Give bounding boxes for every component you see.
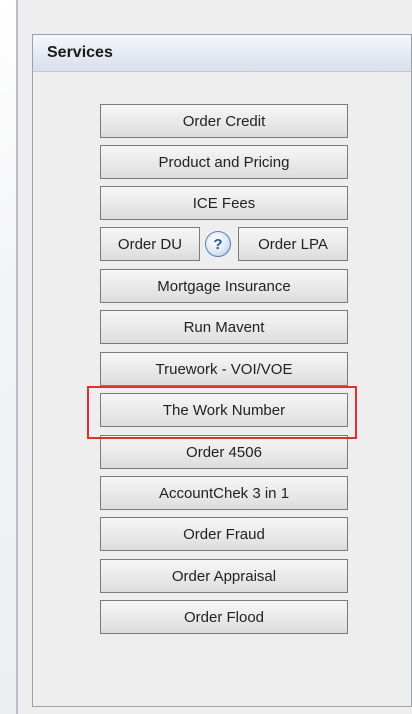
- order-fraud-button[interactable]: Order Fraud: [100, 517, 348, 551]
- help-icon-glyph: ?: [213, 235, 223, 253]
- help-icon[interactable]: ?: [205, 231, 231, 257]
- services-panel-header: Services: [33, 35, 411, 72]
- highlight-box: [87, 386, 357, 439]
- order-lpa-button[interactable]: Order LPA: [238, 227, 348, 261]
- panel-title: Services: [47, 44, 113, 61]
- order-du-button[interactable]: Order DU: [100, 227, 200, 261]
- order-credit-button[interactable]: Order Credit: [100, 104, 348, 138]
- ice-fees-button[interactable]: ICE Fees: [100, 186, 348, 220]
- run-mavent-button[interactable]: Run Mavent: [100, 310, 348, 344]
- left-background-strip: [0, 0, 16, 714]
- accountchek-3-in-1-button[interactable]: AccountChek 3 in 1: [100, 476, 348, 510]
- product-and-pricing-button[interactable]: Product and Pricing: [100, 145, 348, 179]
- truework-voi-voe-button[interactable]: Truework - VOI/VOE: [100, 352, 348, 386]
- order-flood-button[interactable]: Order Flood: [100, 600, 348, 634]
- order-4506-button[interactable]: Order 4506: [100, 435, 348, 469]
- mortgage-insurance-button[interactable]: Mortgage Insurance: [100, 269, 348, 303]
- order-appraisal-button[interactable]: Order Appraisal: [100, 559, 348, 593]
